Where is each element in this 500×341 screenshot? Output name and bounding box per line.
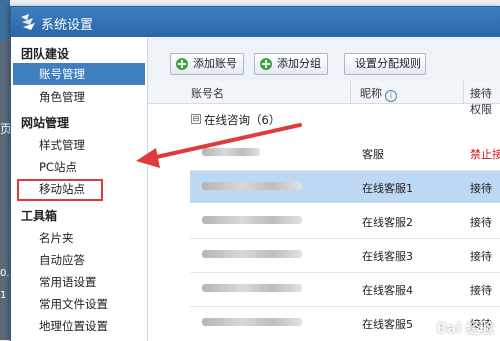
sidebar-item-label: 常用语设置 bbox=[39, 275, 97, 289]
column-divider bbox=[463, 81, 464, 103]
add-group-label: 添加分组 bbox=[277, 57, 321, 70]
permission-cell: 接待 bbox=[470, 284, 492, 297]
info-icon[interactable]: i bbox=[385, 90, 397, 102]
watermark-logo: Bai 经验 bbox=[436, 321, 494, 337]
collapse-toggle-icon[interactable]: ⊟ bbox=[191, 114, 201, 124]
group-row-online-consult[interactable]: ⊟ 在线咨询（6） bbox=[148, 109, 500, 131]
column-header-account: 账号名 bbox=[191, 87, 224, 100]
nickname-cell: 在线客服5 bbox=[362, 318, 413, 331]
toolbar: 添加账号 添加分组 设置分配规则 bbox=[148, 37, 500, 77]
sidebar-item-label: 名片夹 bbox=[39, 231, 74, 245]
nickname-cell: 在线客服2 bbox=[362, 216, 413, 229]
add-account-button[interactable]: 添加账号 bbox=[170, 53, 244, 75]
sidebar-item-business-cards[interactable]: 名片夹 bbox=[13, 227, 145, 249]
permission-cell: 禁止接待 bbox=[470, 148, 500, 161]
add-group-button[interactable]: 添加分组 bbox=[254, 53, 328, 75]
table-row[interactable]: 在线客服1 接待 bbox=[190, 171, 500, 203]
section-title-toolbox: 工具箱 bbox=[21, 209, 58, 223]
annotation-highlight-box bbox=[17, 179, 103, 201]
permission-cell: 接待 bbox=[470, 182, 492, 195]
settings-window: 系统设置 团队建设 账号管理 角色管理 网站管理 样式管理 PC站点 移动站点 … bbox=[10, 6, 500, 341]
sidebar-item-label: 地理位置设置 bbox=[39, 319, 108, 333]
app-logo-icon bbox=[21, 14, 35, 30]
account-name-redacted bbox=[202, 318, 302, 326]
main-panel: 添加账号 添加分组 设置分配规则 账号名 昵称i 接待权限 ⊟ 在线咨询（6） bbox=[148, 37, 500, 341]
sidebar-item-common-phrases[interactable]: 常用语设置 bbox=[13, 271, 145, 293]
nickname-cell: 在线客服3 bbox=[362, 250, 413, 263]
sidebar-item-pc-site[interactable]: PC站点 bbox=[13, 156, 145, 178]
sidebar-item-geo-location[interactable]: 地理位置设置 bbox=[13, 315, 145, 337]
assignment-rules-button[interactable]: 设置分配规则 bbox=[344, 53, 426, 75]
table-row[interactable]: 在线客服3 接待 bbox=[190, 239, 500, 271]
account-name-redacted bbox=[202, 216, 302, 224]
account-name-redacted bbox=[202, 284, 302, 292]
window-title: 系统设置 bbox=[41, 18, 94, 33]
table-row[interactable]: 在线客服2 接待 bbox=[190, 205, 500, 237]
section-title-site: 网站管理 bbox=[21, 116, 70, 130]
account-name-redacted bbox=[202, 250, 302, 258]
nickname-cell: 客服 bbox=[362, 148, 384, 161]
table-header: 账号名 昵称 i 接待权限 bbox=[148, 81, 500, 116]
permission-cell: 接待 bbox=[470, 250, 492, 263]
assignment-rules-label: 设置分配规则 bbox=[355, 57, 421, 70]
table-row[interactable]: 客服 禁止接待 bbox=[190, 137, 500, 169]
background-text: 0. bbox=[0, 268, 10, 279]
plus-circle-icon bbox=[260, 58, 272, 70]
table-row[interactable]: 在线客服4 接待 bbox=[190, 273, 500, 305]
account-name-redacted bbox=[202, 182, 302, 190]
nickname-cell: 在线客服4 bbox=[362, 284, 413, 297]
sidebar: 团队建设 账号管理 角色管理 网站管理 样式管理 PC站点 移动站点 工具箱 名… bbox=[11, 37, 148, 341]
sidebar-item-label: 账号管理 bbox=[39, 67, 85, 81]
column-header-nickname-label: 昵称 bbox=[360, 87, 382, 100]
sidebar-item-label: 常用文件设置 bbox=[39, 297, 108, 311]
add-account-label: 添加账号 bbox=[193, 57, 237, 70]
background-app-header bbox=[0, 0, 10, 40]
permission-cell: 接待 bbox=[470, 216, 492, 229]
nickname-cell: 在线客服1 bbox=[362, 182, 413, 195]
account-name-redacted bbox=[202, 148, 260, 156]
column-divider bbox=[350, 81, 351, 103]
sidebar-item-common-files[interactable]: 常用文件设置 bbox=[13, 293, 145, 315]
sidebar-item-role-management[interactable]: 角色管理 bbox=[13, 86, 145, 108]
background-text: 1 bbox=[0, 290, 7, 301]
plus-circle-icon bbox=[176, 58, 188, 70]
background-app-strip bbox=[0, 0, 10, 340]
sidebar-item-label: 角色管理 bbox=[39, 90, 85, 104]
sidebar-item-label: 自动应答 bbox=[39, 253, 85, 267]
sidebar-item-style-management[interactable]: 样式管理 bbox=[13, 134, 145, 156]
account-table: 账号名 昵称i 接待权限 ⊟ 在线咨询（6） 客服 禁止接待 在线客服1 接待 bbox=[148, 81, 500, 341]
sidebar-item-label: PC站点 bbox=[39, 160, 77, 174]
title-bar[interactable]: 系统设置 bbox=[11, 7, 500, 37]
group-label: 在线咨询（6） bbox=[204, 113, 281, 127]
column-header-nickname: 昵称 i bbox=[360, 85, 397, 102]
sidebar-item-label: 样式管理 bbox=[39, 138, 85, 152]
section-title-team: 团队建设 bbox=[21, 47, 70, 61]
sidebar-item-account-management[interactable]: 账号管理 bbox=[13, 63, 145, 85]
sidebar-item-auto-reply[interactable]: 自动应答 bbox=[13, 249, 145, 271]
